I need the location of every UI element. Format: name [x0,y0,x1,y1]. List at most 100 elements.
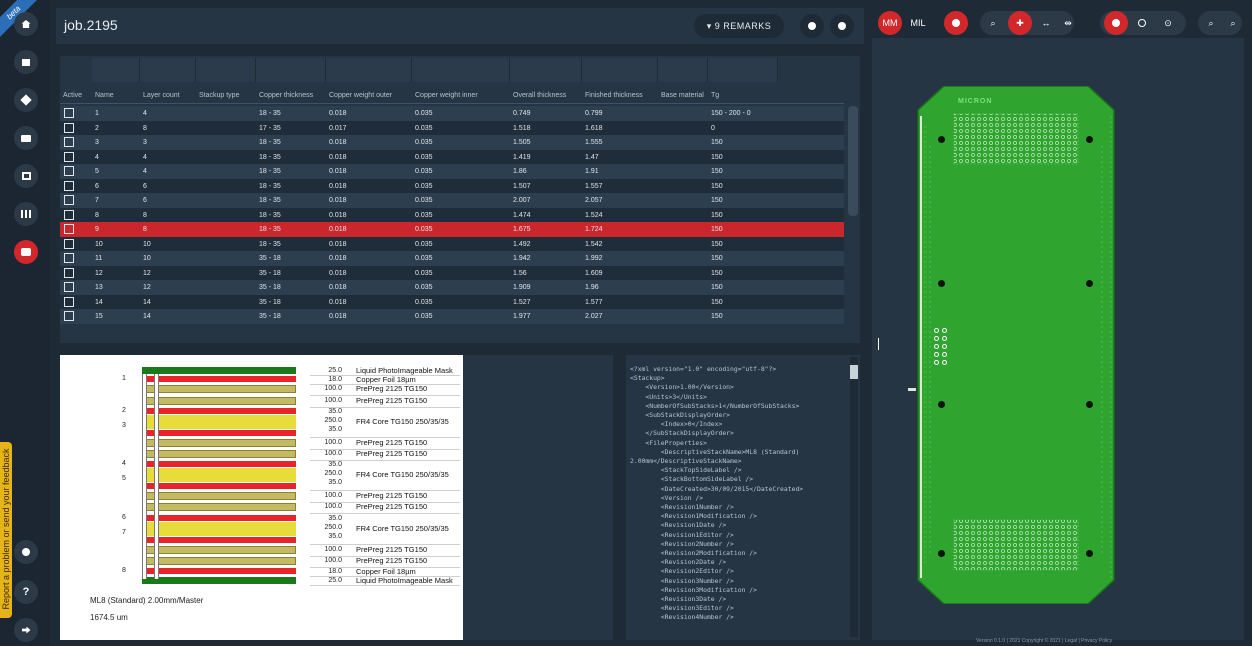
column-header[interactable]: Base material [658,88,708,103]
column-header[interactable]: Copper thickness [256,88,326,103]
table-row[interactable]: 2 8 17 - 35 0.017 0.035 1.518 1.618 0 [60,120,844,135]
filter-cell[interactable] [658,58,708,82]
active-checkbox[interactable] [64,296,74,307]
active-checkbox[interactable] [64,253,74,263]
table-row[interactable]: 5 4 18 - 35 0.018 0.035 1.86 1.91 150 [60,164,844,179]
table-scrollbar[interactable] [848,106,858,216]
column-header[interactable]: Stackup type [196,88,256,103]
column-header[interactable]: Layer count [140,88,196,103]
table-row[interactable]: 9 8 18 - 35 0.018 0.035 1.675 1.724 150 [60,222,844,237]
table-row[interactable]: 3 3 18 - 35 0.018 0.035 1.505 1.555 150 [60,135,844,150]
unit-mil-button[interactable]: MIL [904,11,932,35]
briefcase-icon[interactable] [14,126,38,150]
table-row[interactable]: 6 6 18 - 35 0.018 0.035 1.507 1.557 150 [60,178,844,193]
table-cell: 2.007 [513,197,531,204]
unit-mm-button[interactable]: MM [878,11,902,35]
confirm-icon[interactable] [800,14,824,38]
target-icon[interactable]: ⊙ [1158,11,1178,35]
active-checkbox[interactable] [64,151,74,162]
move-icon[interactable]: ✚ [1008,11,1032,35]
active-checkbox[interactable] [64,282,74,292]
layer-material: Copper Foil 18µm [356,375,416,385]
pcb-viewer: MM MIL ⌕ ✚ ↔ ⇹ ⊙ ⌕ ⌕ MICRON [872,8,1244,640]
filter-cell[interactable] [140,58,196,82]
pcb-board[interactable]: MICRON [916,85,1116,605]
column-header[interactable]: Copper weight outer [326,88,412,103]
table-row[interactable]: 1 4 18 - 35 0.018 0.035 0.749 0.799 150 - 200 -… [60,106,844,121]
layer-thickness: 35.0 [328,407,342,415]
table-cell: 1.56 [513,269,527,277]
table-row[interactable]: 15 14 35 - 18 0.018 0.035 1.977 2.027 150 [60,309,844,324]
stackup-diagram: ML8 (Standard) 2.00mm/Master 1674.5 um 2… [60,355,463,640]
active-checkbox[interactable] [64,195,74,205]
table-cell: 0.018 [329,197,347,204]
zoom-out-icon[interactable]: ⌕ [1224,11,1242,35]
column-header[interactable]: Active [60,88,92,103]
home-icon[interactable] [14,12,38,36]
board-icon[interactable] [14,164,38,188]
active-checkbox[interactable] [64,238,74,249]
connector-pad [942,352,947,357]
table-row[interactable]: 4 4 18 - 35 0.018 0.035 1.419 1.47 150 [60,149,844,165]
zoom-icon[interactable]: ⌕ [982,11,1004,35]
table-cell: 14 [143,313,151,320]
stackup-diagram-panel: ML8 (Standard) 2.00mm/Master 1674.5 um 2… [60,355,613,640]
active-checkbox[interactable] [64,122,74,133]
filter-cell[interactable] [326,58,412,82]
active-checkbox[interactable] [64,166,74,176]
record-icon[interactable] [944,11,968,35]
filter-cell[interactable] [510,58,582,82]
feedback-tab[interactable]: Report a problem or send your feedback [0,442,12,618]
help-icon[interactable]: ? [14,580,38,604]
logout-icon[interactable] [14,618,38,642]
table-cell: 0.018 [329,226,347,233]
column-header[interactable]: Copper weight inner [412,88,510,103]
unit-mm-label: MM [882,18,898,28]
gear-icon[interactable] [14,540,38,564]
column-header[interactable]: Finished thickness [582,88,658,103]
dot-filled-icon[interactable] [1104,11,1128,35]
table-row[interactable]: 14 14 35 - 18 0.018 0.035 1.527 1.577 150 [60,294,844,309]
remarks-label: 9 REMARKS [714,21,772,31]
filter-cell[interactable] [412,58,510,82]
column-header[interactable]: Name [92,88,140,103]
table-row[interactable]: 12 12 35 - 18 0.018 0.035 1.56 1.609 150 [60,265,844,280]
grid-icon[interactable] [14,202,38,226]
stackup-icon[interactable] [14,240,38,264]
remarks-button[interactable]: ▾ 9 REMARKS [694,14,784,38]
active-checkbox[interactable] [64,137,74,147]
xml-scrollbar[interactable] [850,357,858,637]
zoom-in-icon[interactable]: ⌕ [1202,11,1220,35]
measure-icon[interactable]: ⇹ [1060,11,1076,35]
table-row[interactable]: 10 10 18 - 35 0.018 0.035 1.492 1.542 150 [60,236,844,251]
column-header[interactable]: Overall thickness [510,88,582,103]
filter-cell[interactable] [582,58,658,82]
table-cell [196,150,256,165]
table-row[interactable]: 8 8 18 - 35 0.018 0.035 1.474 1.524 150 [60,207,844,222]
table-cell: 1.518 [513,124,531,132]
filter-cell[interactable] [256,58,326,82]
filter-cell[interactable] [196,58,256,82]
document-icon[interactable] [14,50,38,74]
xml-scroll-thumb[interactable] [850,365,858,379]
table-row[interactable]: 11 10 35 - 18 0.018 0.035 1.942 1.992 150 [60,251,844,266]
filter-cell[interactable] [708,58,778,82]
layer-material: PrePreg 2125 TG150 [356,437,428,447]
table-row[interactable]: 7 6 18 - 35 0.018 0.035 2.007 2.057 150 [60,193,844,208]
table-row[interactable]: 13 12 35 - 18 0.018 0.035 1.909 1.96 150 [60,280,844,295]
table-cell: 150 [711,240,723,248]
active-checkbox[interactable] [64,311,74,321]
active-checkbox[interactable] [64,209,74,220]
column-header[interactable]: Tg [708,88,844,103]
horizontal-arrows-icon[interactable]: ↔ [1036,11,1056,35]
active-checkbox[interactable] [64,180,74,191]
filter-cell[interactable] [92,58,140,82]
active-checkbox[interactable] [64,267,74,278]
layers-icon[interactable] [14,88,38,112]
table-cell: 0.018 [329,168,347,175]
layer-thickness: 35.0 [328,461,342,469]
active-checkbox[interactable] [64,224,74,234]
add-icon[interactable] [830,14,854,38]
active-checkbox[interactable] [64,108,74,118]
dot-outline-icon[interactable] [1132,11,1152,35]
